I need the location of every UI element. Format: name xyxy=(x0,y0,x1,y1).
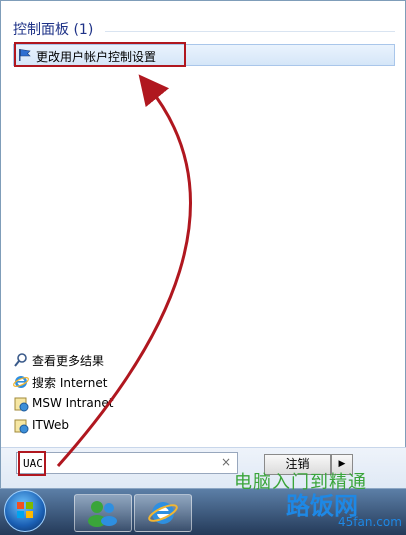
annotation-arrow-curve xyxy=(56,74,192,467)
windows-logo-icon xyxy=(17,502,33,518)
messenger-icon xyxy=(88,501,117,527)
start-button[interactable] xyxy=(4,490,46,532)
taskbar-messenger-button[interactable] xyxy=(74,494,132,532)
ie-icon xyxy=(148,502,178,524)
taskbar-ie-button[interactable] xyxy=(134,494,192,532)
watermark-line3: 45fan.com xyxy=(338,515,402,529)
annotation-arrow xyxy=(56,74,192,467)
